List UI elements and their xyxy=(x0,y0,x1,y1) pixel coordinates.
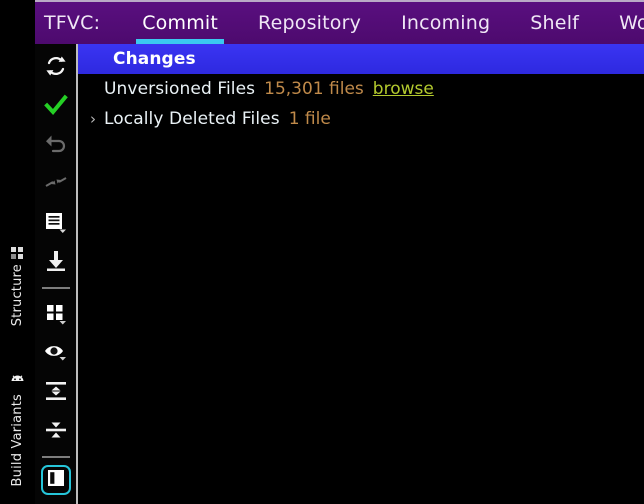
chevron-right-icon: › xyxy=(82,80,104,98)
rollback-button[interactable] xyxy=(37,127,75,165)
preview-diff-button[interactable] xyxy=(37,335,75,373)
tree-row-locally-deleted-files[interactable]: › Locally Deleted Files 1 file xyxy=(78,104,644,134)
action-bar-separator-1 xyxy=(42,287,70,289)
tool-window-stripe: Structure Build Variants xyxy=(0,0,35,504)
eye-icon xyxy=(43,340,69,368)
tfvc-tab-header: TFVC: Commit Repository Incoming Shelf W… xyxy=(35,0,644,44)
chevron-right-icon[interactable]: › xyxy=(82,110,104,128)
tab-commit-label: Commit xyxy=(142,12,219,34)
group-by-button[interactable] xyxy=(37,296,75,334)
toggle-panel-button[interactable] xyxy=(41,465,71,495)
tab-shelf-label: Shelf xyxy=(530,12,580,34)
tab-work-items-label: Work Items xyxy=(619,12,644,34)
unversioned-files-label: Unversioned Files xyxy=(104,79,256,99)
stripe-item-build-variants-label: Build Variants xyxy=(10,393,25,486)
structure-grid-icon xyxy=(11,245,24,264)
collapse-all-button[interactable] xyxy=(37,413,75,451)
tab-shelf[interactable]: Shelf xyxy=(510,2,599,44)
changelist-button[interactable] xyxy=(37,205,75,243)
collapse-all-icon xyxy=(44,418,68,446)
document-list-icon xyxy=(43,210,69,238)
action-bar-separator-2 xyxy=(42,456,70,458)
unversioned-files-count: 15,301 files xyxy=(264,79,364,99)
tab-work-items[interactable]: Work Items xyxy=(599,2,644,44)
tab-incoming[interactable]: Incoming xyxy=(381,2,510,44)
android-robot-icon xyxy=(9,374,26,394)
commit-action-bar xyxy=(35,44,77,504)
expand-all-button[interactable] xyxy=(37,374,75,412)
tree-row-unversioned-files[interactable]: › Unversioned Files 15,301 files browse xyxy=(78,74,644,104)
tab-commit[interactable]: Commit xyxy=(122,2,238,44)
refresh-icon xyxy=(44,54,68,82)
locally-deleted-files-count: 1 file xyxy=(288,109,331,129)
tab-incoming-label: Incoming xyxy=(401,12,491,34)
get-latest-button[interactable] xyxy=(37,244,75,282)
shelve-button[interactable] xyxy=(37,166,75,204)
stripe-item-structure-label: Structure xyxy=(10,263,25,326)
browse-link[interactable]: browse xyxy=(373,79,434,99)
refresh-button[interactable] xyxy=(37,49,75,87)
changes-tree: Changes › Unversioned Files 15,301 files… xyxy=(78,44,644,504)
panel-toggle-icon xyxy=(46,468,66,492)
changes-root-label: Changes xyxy=(113,49,196,69)
ide-window: Structure Build Variants TFVC: Commit Re… xyxy=(0,0,644,504)
undo-arrow-icon xyxy=(44,132,68,160)
locally-deleted-files-label: Locally Deleted Files xyxy=(104,109,280,129)
expand-all-icon xyxy=(44,379,68,407)
tab-list: TFVC: Commit Repository Incoming Shelf W… xyxy=(35,2,644,44)
grid-squares-icon xyxy=(43,301,69,329)
checkmark-icon xyxy=(44,93,68,121)
download-arrow-icon xyxy=(44,249,68,277)
tree-row-changes[interactable]: Changes xyxy=(78,44,644,74)
tab-repository[interactable]: Repository xyxy=(238,2,381,44)
tfvc-prefix-label: TFVC: xyxy=(44,12,101,34)
arrows-collapse-icon xyxy=(44,171,68,199)
commit-checkmark-button[interactable] xyxy=(37,88,75,126)
stripe-item-build-variants[interactable]: Build Variants xyxy=(0,360,35,486)
stripe-item-structure[interactable]: Structure xyxy=(0,236,35,326)
tab-repository-label: Repository xyxy=(258,12,362,34)
